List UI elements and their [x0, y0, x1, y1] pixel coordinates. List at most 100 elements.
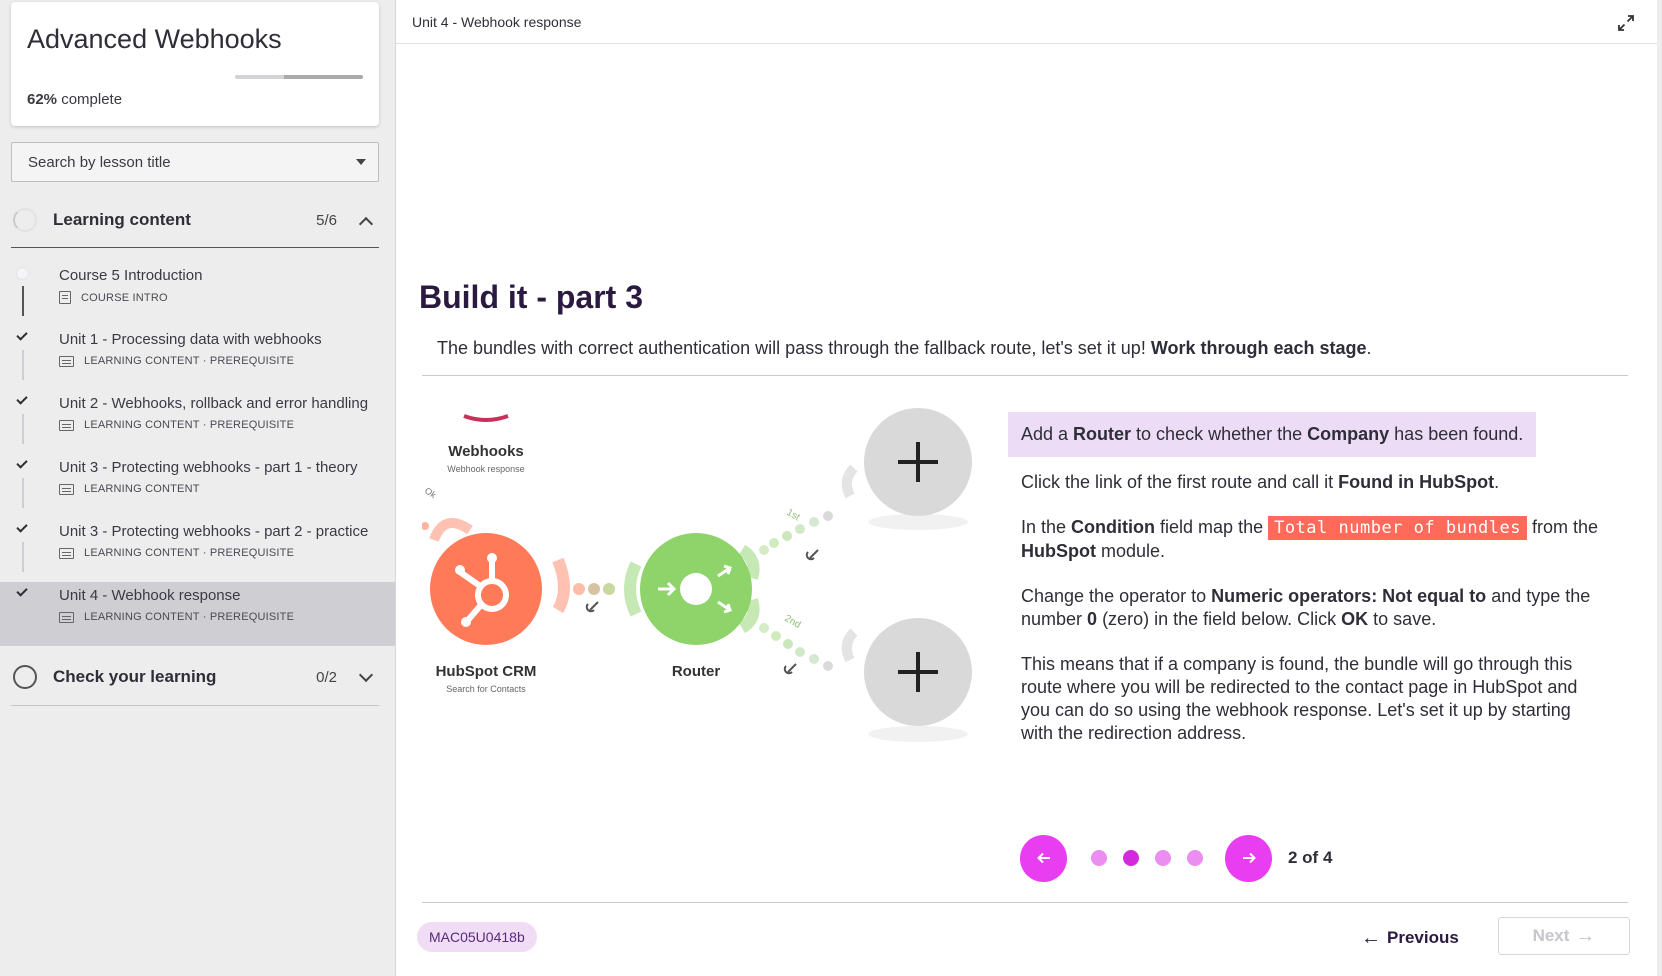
step-5: This means that if a company is found, t… [1021, 654, 1578, 743]
slides-icon [59, 355, 74, 367]
wrench-icon [805, 549, 819, 561]
wrench-icon [585, 601, 599, 613]
lesson-item-unit-2[interactable]: Unit 2 - Webhooks, rollback and error ha… [0, 390, 395, 454]
hubspot-label: HubSpot CRM [436, 663, 537, 680]
footer-divider [422, 902, 1628, 903]
lesson-item-unit-4-active[interactable]: Unit 4 - Webhook response LEARNING CONTE… [0, 582, 395, 646]
course-sidebar: Advanced Webhooks 62% complete Search by… [0, 0, 395, 976]
stage-instructions: Add a Router to check whether the Compan… [1008, 412, 1612, 767]
check-icon [16, 521, 28, 533]
check-icon [16, 585, 28, 597]
progress-percent: 62% [27, 91, 58, 108]
course-card: Advanced Webhooks 62% complete [11, 2, 379, 126]
slides-icon [59, 611, 74, 623]
stage-dots [1083, 850, 1211, 866]
document-icon [59, 291, 71, 304]
caret-down-icon [356, 159, 366, 165]
section-progress-ring-icon [13, 208, 37, 232]
lesson-meta: LEARNING CONTENT [84, 483, 200, 495]
hubspot-module-icon [430, 533, 542, 645]
stage-dot-current[interactable] [1123, 850, 1139, 866]
lesson-meta: LEARNING CONTENT · PREREQUISITE [84, 547, 295, 559]
stage-pager: 2 of 4 [1020, 834, 1332, 882]
progress-suffix: complete [61, 91, 123, 108]
check-icon [16, 329, 28, 341]
chevron-down-icon [358, 667, 374, 683]
section-check-your-learning[interactable]: Check your learning 0/2 [11, 652, 379, 702]
page-title: Build it - part 3 [419, 279, 643, 315]
stage-dot[interactable] [1155, 850, 1171, 866]
check-icon [16, 457, 28, 469]
stage-counter: 2 of 4 [1288, 848, 1333, 867]
lesson-list: Course 5 Introduction COURSE INTRO Unit … [0, 262, 395, 646]
previous-lesson-button[interactable]: ← Previous [1361, 924, 1459, 952]
lesson-title: Unit 1 - Processing data with webhooks [59, 331, 322, 348]
lesson-code-badge: MAC05U0418b [417, 922, 537, 952]
next-lesson-button[interactable]: Next → [1498, 917, 1630, 955]
progress-text: 62% complete [27, 91, 122, 108]
stage-dot[interactable] [1187, 850, 1203, 866]
step-highlighted: Add a Router to check whether the Compan… [1008, 412, 1537, 457]
slides-icon [59, 419, 74, 431]
ok-route-label: Ok [423, 485, 439, 500]
progress-bar [235, 75, 363, 79]
step-4: Change the operator to Numeric operators… [1021, 586, 1591, 629]
arrow-left-icon: ← [1361, 926, 1381, 949]
arrow-right-icon [1242, 852, 1256, 864]
step-3: In the Condition field map the Total num… [1021, 516, 1599, 561]
route-2-label: 2nd [783, 613, 803, 631]
lesson-title: Unit 4 - Webhook response [59, 587, 241, 604]
webhooks-sublabel: Webhook response [447, 464, 524, 474]
lesson-title: Unit 2 - Webhooks, rollback and error ha… [59, 395, 369, 412]
section-label: Check your learning [53, 667, 217, 686]
mapped-field-chip: Total number of bundles [1268, 516, 1527, 540]
timeline-line [22, 478, 24, 508]
webhooks-module-icon [463, 414, 509, 422]
section-divider [11, 705, 379, 706]
search-placeholder: Search by lesson title [28, 153, 171, 171]
lesson-item-unit-3-part-2[interactable]: Unit 3 - Protecting webhooks - part 2 - … [0, 518, 395, 582]
previous-label: Previous [1387, 928, 1459, 947]
timeline-line [22, 286, 24, 316]
chevron-up-icon [358, 216, 374, 232]
content-divider [422, 375, 1628, 376]
lesson-meta: COURSE INTRO [81, 291, 168, 304]
hubspot-sublabel: Search for Contacts [446, 684, 526, 694]
section-count: 5/6 [316, 211, 337, 229]
intro-bold: Work through each stage [1150, 338, 1367, 358]
lesson-item-unit-1[interactable]: Unit 1 - Processing data with webhooks L… [0, 326, 395, 390]
scenario-diagram: Webhooks Webhook response Ok HubSpot CRM… [422, 408, 972, 742]
lesson-search-dropdown[interactable]: Search by lesson title [11, 142, 379, 182]
lesson-topbar: Unit 4 - Webhook response [396, 0, 1657, 44]
router-label: Router [672, 663, 720, 680]
timeline-line [22, 414, 24, 444]
arrow-left-icon [1036, 852, 1050, 864]
stage-dot[interactable] [1091, 850, 1107, 866]
incomplete-dot-icon [16, 267, 29, 280]
webhooks-label: Webhooks [448, 443, 524, 460]
check-icon [16, 393, 28, 405]
next-stage-button[interactable] [1225, 834, 1272, 882]
progress-bar-fill [283, 75, 363, 79]
lesson-meta: LEARNING CONTENT · PREREQUISITE [84, 355, 295, 367]
step-2: Click the link of the first route and ca… [1021, 472, 1500, 492]
course-title: Advanced Webhooks [27, 24, 282, 54]
lesson-meta: LEARNING CONTENT · PREREQUISITE [84, 611, 295, 623]
section-learning-content[interactable]: Learning content 5/6 [11, 195, 379, 245]
section-label: Learning content [53, 210, 191, 229]
intro-text: The bundles with correct authentication … [437, 338, 1372, 358]
next-label: Next [1532, 926, 1570, 945]
timeline-line [22, 350, 24, 380]
lesson-title: Unit 3 - Protecting webhooks - part 1 - … [59, 459, 358, 476]
timeline-line [22, 542, 24, 572]
wrench-icon [783, 663, 797, 675]
section-progress-ring-icon [13, 665, 37, 689]
lesson-item-course-intro[interactable]: Course 5 Introduction COURSE INTRO [0, 262, 395, 326]
slides-icon [59, 483, 74, 495]
lesson-content: Unit 4 - Webhook response Build it - par… [395, 0, 1657, 976]
expand-fullscreen-icon[interactable] [1617, 14, 1635, 32]
previous-stage-button[interactable] [1020, 834, 1067, 882]
section-count: 0/2 [316, 668, 337, 686]
lesson-item-unit-3-part-1[interactable]: Unit 3 - Protecting webhooks - part 1 - … [0, 454, 395, 518]
route-1-label: 1st [785, 507, 802, 523]
